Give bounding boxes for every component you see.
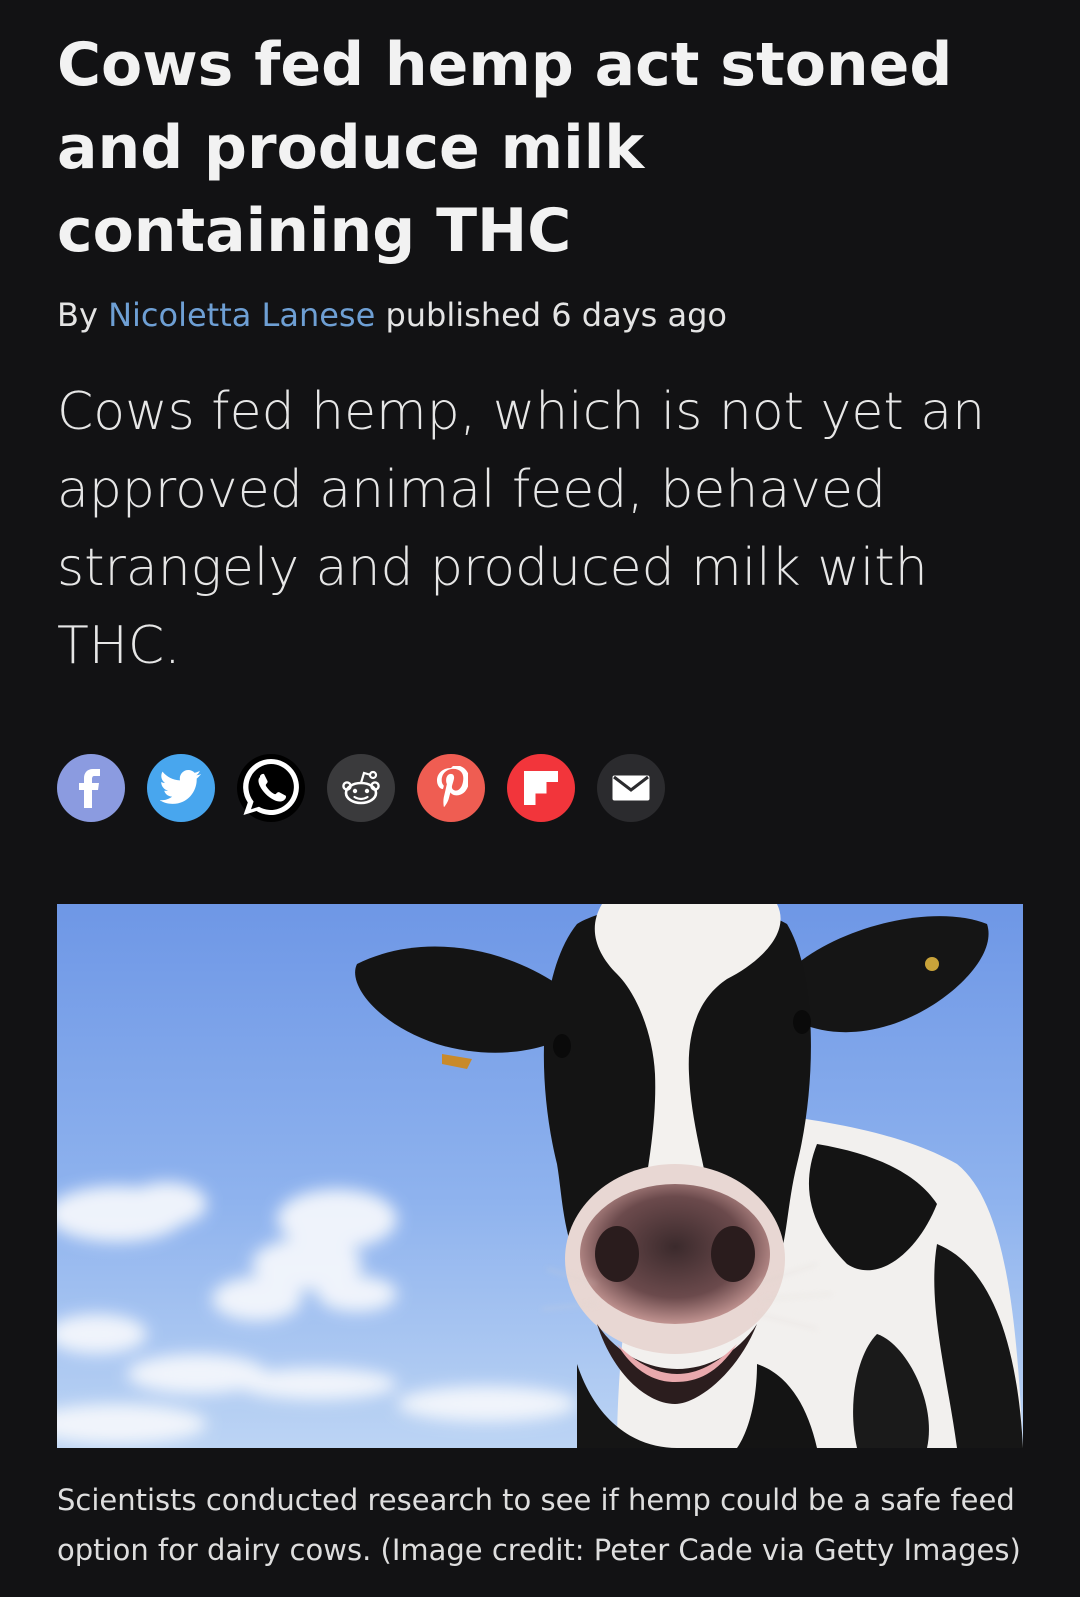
article: Cows fed hemp act stoned and produce mil…	[57, 0, 1023, 685]
pinterest-icon	[437, 766, 468, 807]
twitter-icon	[160, 770, 201, 804]
whatsapp-share-button[interactable]	[237, 754, 305, 822]
flipboard-share-button[interactable]	[507, 754, 575, 822]
author-link[interactable]: Nicoletta Lanese	[108, 296, 375, 334]
twitter-share-button[interactable]	[147, 754, 215, 822]
facebook-share-button[interactable]	[57, 754, 125, 822]
facebook-icon	[79, 769, 100, 808]
share-bar	[57, 754, 665, 822]
flipboard-icon	[524, 771, 558, 805]
reddit-share-button[interactable]	[327, 754, 395, 822]
email-icon	[612, 775, 650, 801]
pinterest-share-button[interactable]	[417, 754, 485, 822]
published-date: published 6 days ago	[375, 296, 727, 334]
cow-photo	[57, 904, 1023, 1448]
hero-image	[57, 904, 1023, 1448]
byline: By Nicoletta Lanese published 6 days ago	[57, 295, 1023, 335]
byline-prefix: By	[57, 296, 109, 334]
standfirst: Cows fed hemp, which is not yet an appro…	[57, 382, 986, 676]
reddit-icon	[342, 770, 380, 805]
email-share-button[interactable]	[597, 754, 665, 822]
headline: Cows fed hemp act stoned and produce mil…	[57, 30, 953, 266]
whatsapp-icon	[243, 759, 299, 815]
image-caption: Scientists conducted research to see if …	[57, 1483, 1021, 1567]
